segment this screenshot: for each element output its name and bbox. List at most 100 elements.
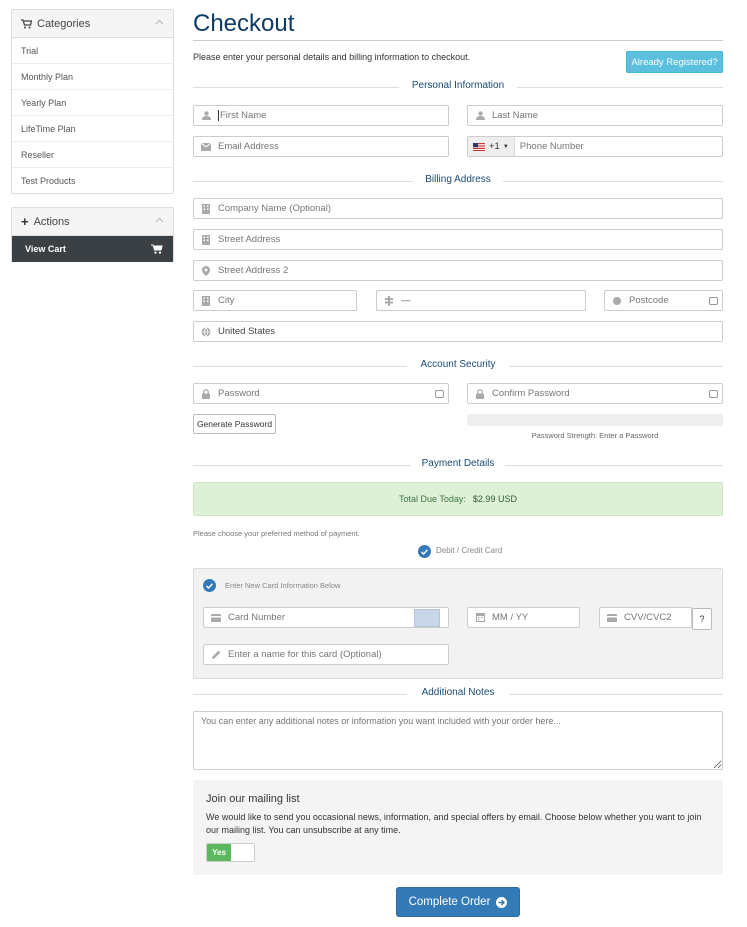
actions-header[interactable]: + Actions (12, 208, 173, 236)
last-name-field[interactable]: Last Name (467, 105, 723, 126)
card-type-icon (414, 609, 440, 627)
lock-icon (476, 388, 484, 399)
city-field[interactable]: City (193, 290, 357, 311)
categories-header[interactable]: Categories (12, 10, 173, 38)
password-field[interactable]: Password (193, 383, 449, 404)
total-due-value: $2.99 USD (472, 494, 517, 504)
categories-panel: Categories Trial Monthly Plan Yearly Pla… (11, 9, 174, 194)
city-placeholder: City (218, 295, 235, 306)
section-security-heading: Account Security (410, 359, 506, 370)
phone-field[interactable]: +1 ▼ Phone Number (467, 136, 723, 157)
card-number-field[interactable]: Card Number (203, 607, 449, 628)
section-billing-heading: Billing Address (415, 174, 501, 185)
postcode-placeholder: Postcode (629, 295, 669, 306)
first-name-placeholder: First Name (220, 110, 267, 121)
state-select[interactable]: — (376, 290, 586, 311)
sidebar-item-yearly[interactable]: Yearly Plan (12, 90, 173, 116)
lock-icon (202, 388, 210, 399)
section-payment-heading: Payment Details (411, 458, 505, 469)
notes-textarea[interactable] (193, 711, 723, 770)
last-name-placeholder: Last Name (492, 110, 538, 121)
autofill-icon[interactable] (709, 390, 718, 398)
phone-code: +1 (489, 141, 500, 152)
mailing-toggle[interactable]: Yes (206, 843, 255, 862)
pencil-icon (211, 650, 220, 659)
chevron-up-icon[interactable] (155, 18, 164, 27)
first-name-field[interactable]: First Name (193, 105, 449, 126)
company-field[interactable]: Company Name (Optional) (193, 198, 723, 219)
country-select[interactable]: United States (193, 321, 723, 342)
mailing-toggle-on: Yes (207, 844, 231, 861)
title-divider (193, 40, 723, 41)
sidebar-item-trial[interactable]: Trial (12, 38, 173, 64)
credit-card-icon (607, 613, 617, 622)
intro-text: Please enter your personal details and b… (193, 52, 471, 62)
complete-order-label: Complete Order (408, 896, 491, 908)
map-marker-icon (202, 265, 210, 276)
categories-title: Categories (37, 17, 91, 30)
building-icon (202, 203, 210, 214)
autofill-icon[interactable] (709, 297, 718, 305)
card-name-placeholder: Enter a name for this card (Optional) (228, 649, 382, 660)
password-strength-text: Password Strength: Enter a Password (531, 431, 659, 440)
total-due-box: Total Due Today: $2.99 USD (193, 482, 723, 516)
section-personal-heading: Personal Information (401, 80, 515, 91)
cvv-help-button[interactable]: ? (692, 608, 712, 630)
password-placeholder: Password (218, 388, 260, 399)
checkmark-icon (206, 582, 213, 589)
postcode-field[interactable]: Postcode (604, 290, 723, 311)
street2-field[interactable]: Street Address 2 (193, 260, 723, 281)
building-icon (202, 295, 210, 306)
mailing-list-text: We would like to send you occasional new… (206, 812, 702, 835)
expiry-field[interactable]: MM / YY (467, 607, 580, 628)
envelope-icon (201, 142, 211, 151)
view-cart-item[interactable]: View Cart (12, 236, 173, 262)
section-personal: Personal Information (193, 80, 723, 94)
complete-order-button[interactable]: Complete Order (396, 887, 520, 917)
view-cart-label: View Cart (25, 244, 66, 254)
email-field[interactable]: Email Address (193, 136, 449, 157)
actions-panel: + Actions View Cart (11, 207, 174, 262)
card-name-field[interactable]: Enter a name for this card (Optional) (203, 644, 449, 665)
sidebar-item-monthly[interactable]: Monthly Plan (12, 64, 173, 90)
sidebar-item-reseller[interactable]: Reseller (12, 142, 173, 168)
cvv-field[interactable]: CVV/CVC2 (599, 607, 692, 628)
new-card-radio[interactable] (203, 579, 216, 592)
confirm-password-placeholder: Confirm Password (492, 388, 570, 399)
payment-method-radio[interactable] (418, 545, 431, 558)
total-due-label: Total Due Today: (399, 494, 466, 504)
user-icon (201, 111, 211, 120)
section-payment: Payment Details (193, 458, 723, 472)
dot-icon (613, 296, 621, 305)
cart-icon (151, 244, 163, 254)
card-number-placeholder: Card Number (228, 612, 286, 623)
phone-placeholder: Phone Number (519, 141, 584, 152)
payment-method-label[interactable]: Debit / Credit Card (436, 546, 502, 555)
generate-password-button[interactable]: Generate Password (193, 414, 276, 434)
us-flag-icon (473, 142, 485, 151)
autofill-icon[interactable] (435, 390, 444, 398)
street-field[interactable]: Street Address (193, 229, 723, 250)
signpost-icon (385, 295, 393, 306)
page-title: Checkout (193, 10, 295, 37)
sidebar-item-test-products[interactable]: Test Products (12, 168, 173, 194)
section-notes: Additional Notes (193, 687, 723, 701)
mailing-list-title: Join our mailing list (206, 793, 300, 805)
expiry-placeholder: MM / YY (492, 612, 529, 623)
company-placeholder: Company Name (Optional) (218, 203, 331, 214)
state-value: — (401, 295, 411, 306)
country-code-selector[interactable]: +1 ▼ (468, 137, 515, 156)
confirm-password-field[interactable]: Confirm Password (467, 383, 723, 404)
plus-icon: + (21, 214, 29, 229)
street-placeholder: Street Address (218, 234, 281, 245)
section-security: Account Security (193, 359, 723, 373)
sidebar-item-lifetime[interactable]: LifeTime Plan (12, 116, 173, 142)
new-card-label[interactable]: Enter New Card Information Below (225, 581, 340, 590)
already-registered-button[interactable]: Already Registered? (626, 51, 723, 73)
chevron-up-icon[interactable] (155, 216, 164, 225)
payment-choose-text: Please choose your preferred method of p… (193, 529, 360, 538)
section-notes-heading: Additional Notes (411, 687, 505, 698)
calendar-icon (475, 613, 485, 622)
section-billing: Billing Address (193, 174, 723, 188)
email-placeholder: Email Address (218, 141, 279, 152)
